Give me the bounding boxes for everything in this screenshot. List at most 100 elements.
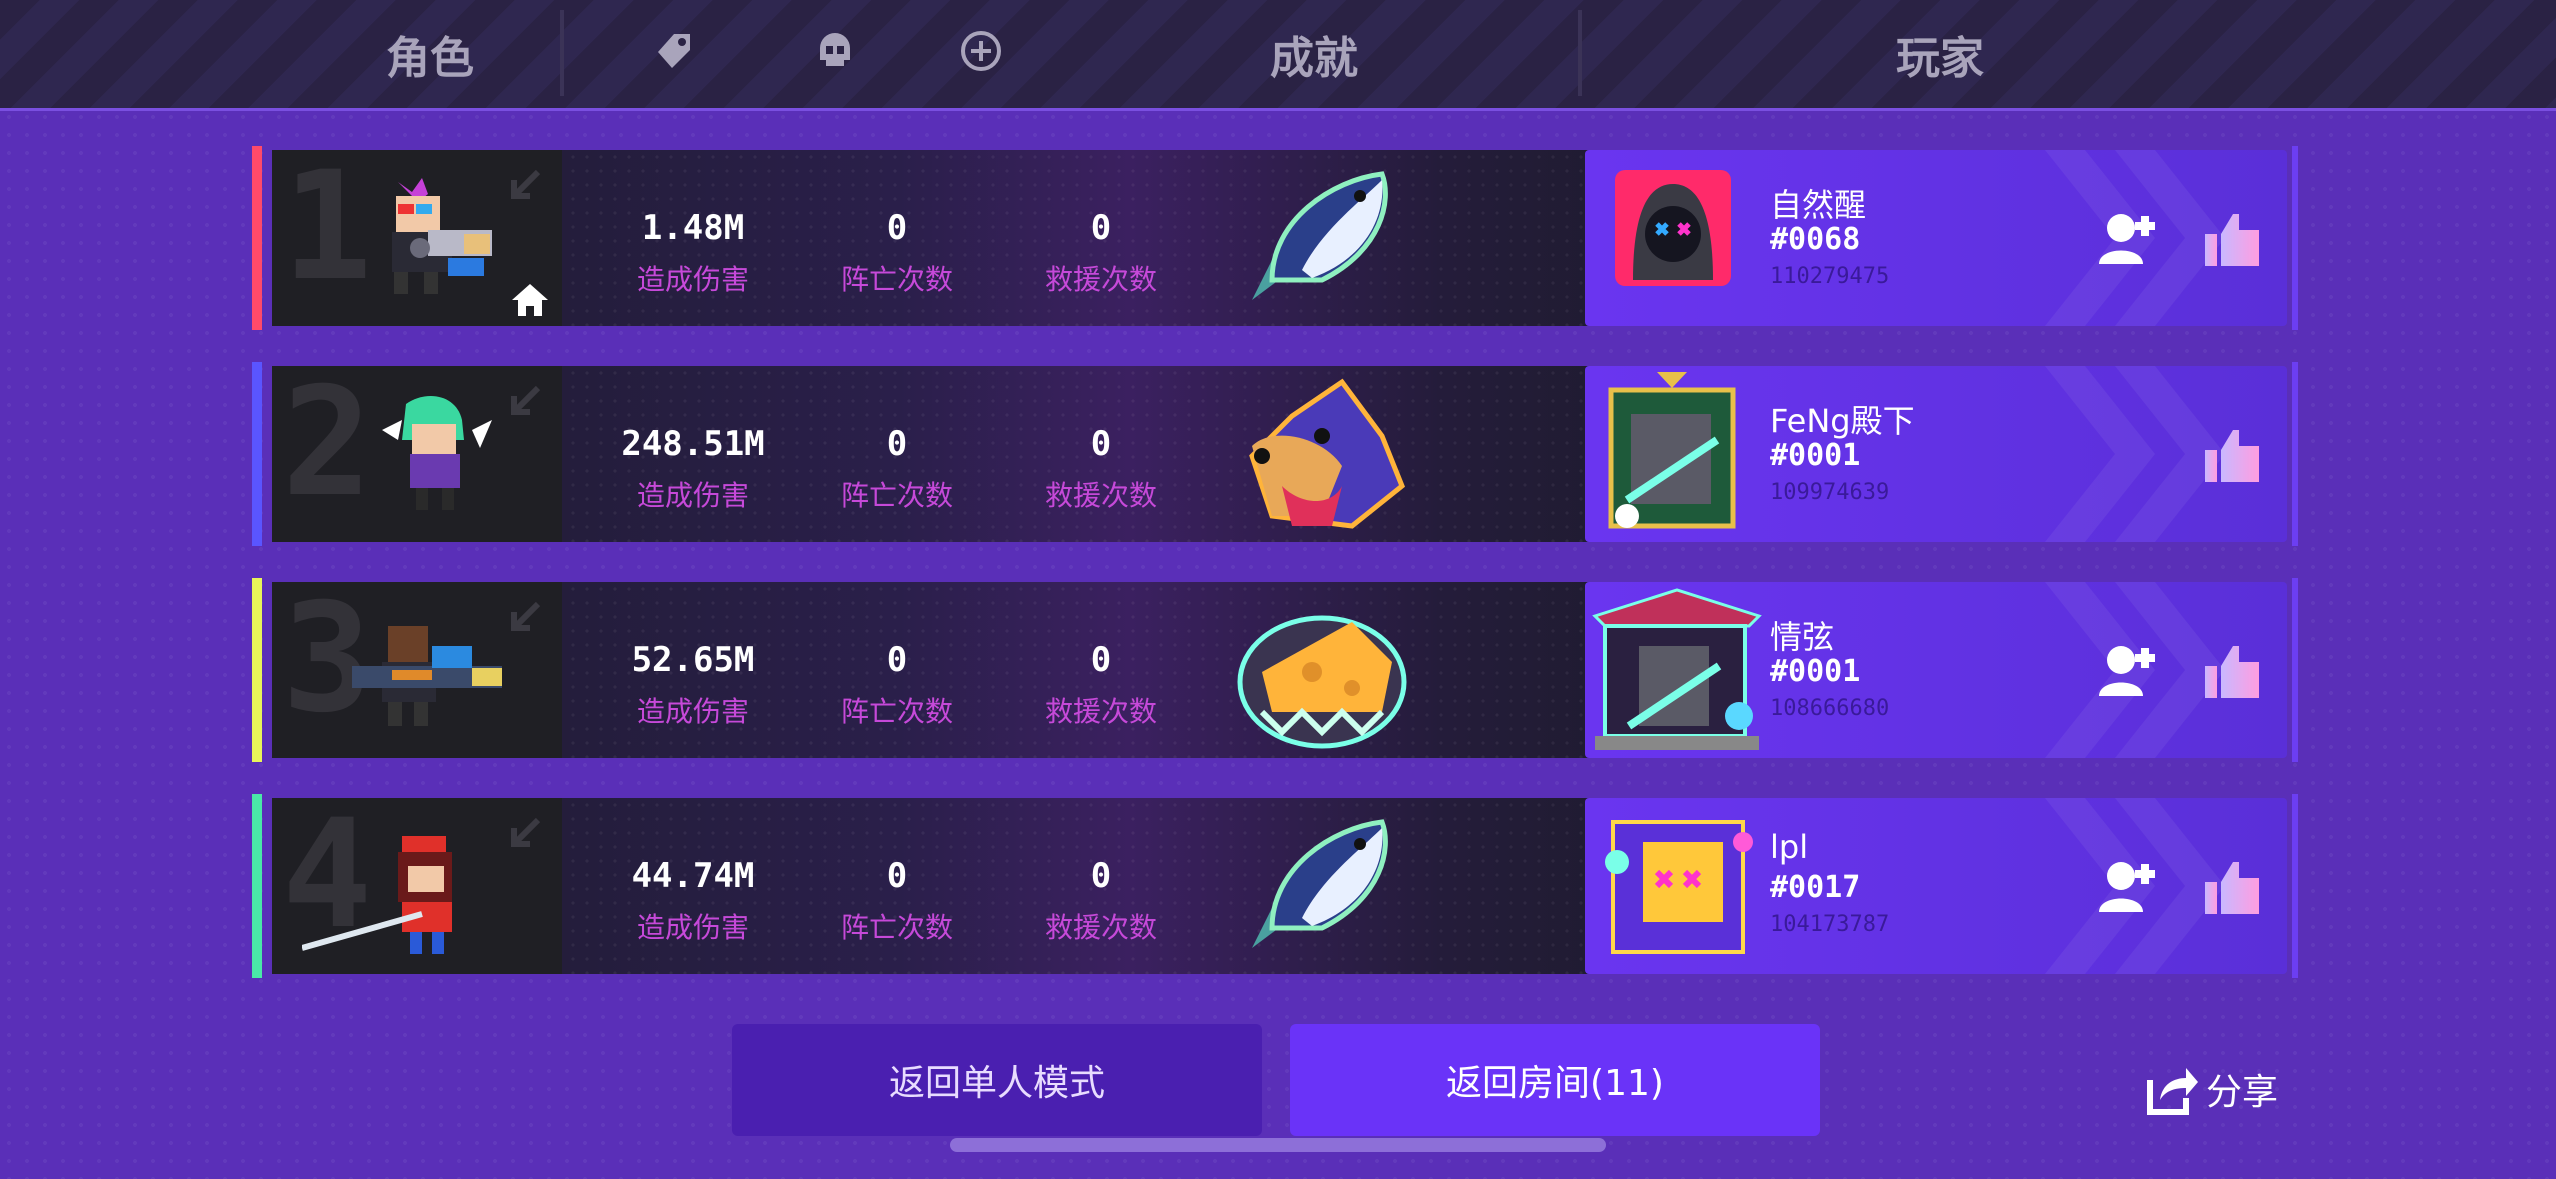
deaths-value: 0 [886, 640, 908, 680]
damage-stat: 44.74M 造成伤害 [608, 856, 778, 946]
ranking-row: 1 1.48M 造成伤害 0 阵亡次数 0 救援次数 自然醒 #0068 110… [252, 146, 2302, 330]
player-card[interactable]: 情弦 #0001 108666680 [1585, 582, 2287, 758]
rank-accent-bar [252, 362, 262, 546]
deaths-label: 阵亡次数 [840, 479, 953, 512]
avatar[interactable] [1593, 802, 1765, 970]
top-tab-bar: 角色 成就 玩家 [0, 0, 2556, 111]
ranking-row: 2 248.51M 造成伤害 0 阵亡次数 0 救援次数 FeNg殿下 #000… [252, 362, 2302, 546]
character-portrait[interactable]: 2 [272, 366, 562, 542]
deaths-label: 阵亡次数 [840, 911, 953, 944]
avatar[interactable] [1615, 170, 1731, 286]
cheese-trap-achievement-icon[interactable] [1232, 592, 1412, 752]
deaths-stat: 0 阵亡次数 [812, 424, 982, 514]
player-name: 情弦 [1770, 618, 1835, 656]
player-name: lpl [1770, 828, 1809, 866]
hero-sprite-icon [392, 178, 492, 294]
deaths-value: 0 [886, 208, 908, 248]
damage-label: 造成伤害 [636, 695, 749, 728]
player-id: 104173787 [1770, 912, 1890, 937]
fish-achievement-icon[interactable] [1232, 808, 1412, 964]
rescues-stat: 0 救援次数 [1016, 856, 1186, 946]
rank-accent-bar [252, 794, 262, 978]
shrine-frame-avatar-icon [1592, 588, 1762, 750]
ranking-row: 3 52.65M 造成伤害 0 阵亡次数 0 救援次数 情弦 #0001 108… [252, 578, 2302, 762]
hero-sprite-icon [352, 626, 502, 726]
player-name: FeNg殿下 [1770, 402, 1915, 440]
fish-achievement-icon[interactable] [1232, 160, 1412, 316]
row-end-bar [2292, 146, 2298, 330]
damage-label: 造成伤害 [636, 479, 749, 512]
back-to-single-mode-button[interactable]: 返回单人模式 [732, 1024, 1262, 1136]
add-friend-icon[interactable] [2095, 208, 2159, 268]
tab-divider [560, 10, 564, 96]
hooded-avatar-icon [1633, 184, 1713, 280]
player-card[interactable]: lpl #0017 104173787 [1585, 798, 2287, 974]
skull-icon[interactable] [812, 28, 858, 74]
wolf-achievement-icon[interactable] [1232, 376, 1412, 536]
rescues-stat: 0 救援次数 [1016, 424, 1186, 514]
player-card[interactable]: FeNg殿下 #0001 109974639 [1585, 366, 2287, 542]
arrow-down-left-icon [511, 169, 541, 199]
damage-label: 造成伤害 [636, 911, 749, 944]
tab-achievement[interactable]: 成就 [1270, 22, 1358, 86]
share-icon [2147, 1068, 2198, 1115]
deaths-label: 阵亡次数 [840, 695, 953, 728]
birthday-frame-avatar-icon [1605, 820, 1753, 954]
player-id: 109974639 [1770, 480, 1890, 505]
back-to-room-button[interactable]: 返回房间(11) [1290, 1024, 1820, 1136]
deaths-stat: 0 阵亡次数 [812, 640, 982, 730]
ranking-row: 4 44.74M 造成伤害 0 阵亡次数 0 救援次数 lpl #0017 10… [252, 794, 2302, 978]
row-end-bar [2292, 794, 2298, 978]
player-card[interactable]: 自然醒 #0068 110279475 [1585, 150, 2287, 326]
tab-divider [1578, 10, 1582, 96]
player-tag: #0068 [1770, 222, 1861, 257]
damage-stat: 52.65M 造成伤害 [608, 640, 778, 730]
deaths-value: 0 [886, 424, 908, 464]
damage-value: 1.48M [641, 208, 745, 248]
rescues-label: 救援次数 [1044, 479, 1157, 512]
character-portrait[interactable]: 3 [272, 582, 562, 758]
player-name: 自然醒 [1770, 186, 1867, 224]
player-id: 108666680 [1770, 696, 1890, 721]
thumbs-up-icon[interactable] [2203, 642, 2265, 700]
character-portrait[interactable]: 4 [272, 798, 562, 974]
damage-value: 52.65M [631, 640, 755, 680]
add-friend-icon[interactable] [2095, 640, 2159, 700]
share-label: 分享 [2206, 1072, 2279, 1113]
avatar[interactable] [1589, 586, 1765, 754]
thumbs-up-icon[interactable] [2203, 426, 2265, 484]
rescues-stat: 0 救援次数 [1016, 640, 1186, 730]
rescues-label: 救援次数 [1044, 695, 1157, 728]
thumbs-up-icon[interactable] [2203, 210, 2265, 268]
rescues-label: 救援次数 [1044, 911, 1157, 944]
rank-number: 1 [282, 150, 373, 314]
arrow-down-left-icon [511, 817, 541, 847]
tab-player[interactable]: 玩家 [1896, 22, 1984, 86]
add-friend-icon[interactable] [2095, 856, 2159, 916]
thumbs-up-icon[interactable] [2203, 858, 2265, 916]
tag-icon[interactable] [652, 28, 698, 74]
damage-stat: 1.48M 造成伤害 [608, 208, 778, 298]
home-indicator-bar [950, 1138, 1606, 1152]
player-tag: #0001 [1770, 654, 1861, 689]
share-button[interactable]: 分享 [2146, 1062, 2278, 1116]
avatar[interactable] [1597, 370, 1747, 534]
rescues-stat: 0 救援次数 [1016, 208, 1186, 298]
player-tag: #0001 [1770, 438, 1861, 473]
rescues-value: 0 [1090, 856, 1112, 896]
deaths-value: 0 [886, 856, 908, 896]
plus-circle-icon[interactable] [958, 28, 1004, 74]
rescues-value: 0 [1090, 208, 1112, 248]
damage-value: 248.51M [621, 424, 765, 464]
rescues-value: 0 [1090, 424, 1112, 464]
player-tag: #0017 [1770, 870, 1861, 905]
hero-sprite-icon [382, 396, 492, 510]
row-end-bar [2292, 578, 2298, 762]
tab-role[interactable]: 角色 [386, 22, 474, 86]
character-portrait[interactable]: 1 [272, 150, 562, 326]
arrow-down-left-icon [511, 385, 541, 415]
player-id: 110279475 [1770, 264, 1890, 289]
chevron-decoration [2045, 366, 2225, 542]
damage-label: 造成伤害 [636, 263, 749, 296]
deaths-stat: 0 阵亡次数 [812, 856, 982, 946]
